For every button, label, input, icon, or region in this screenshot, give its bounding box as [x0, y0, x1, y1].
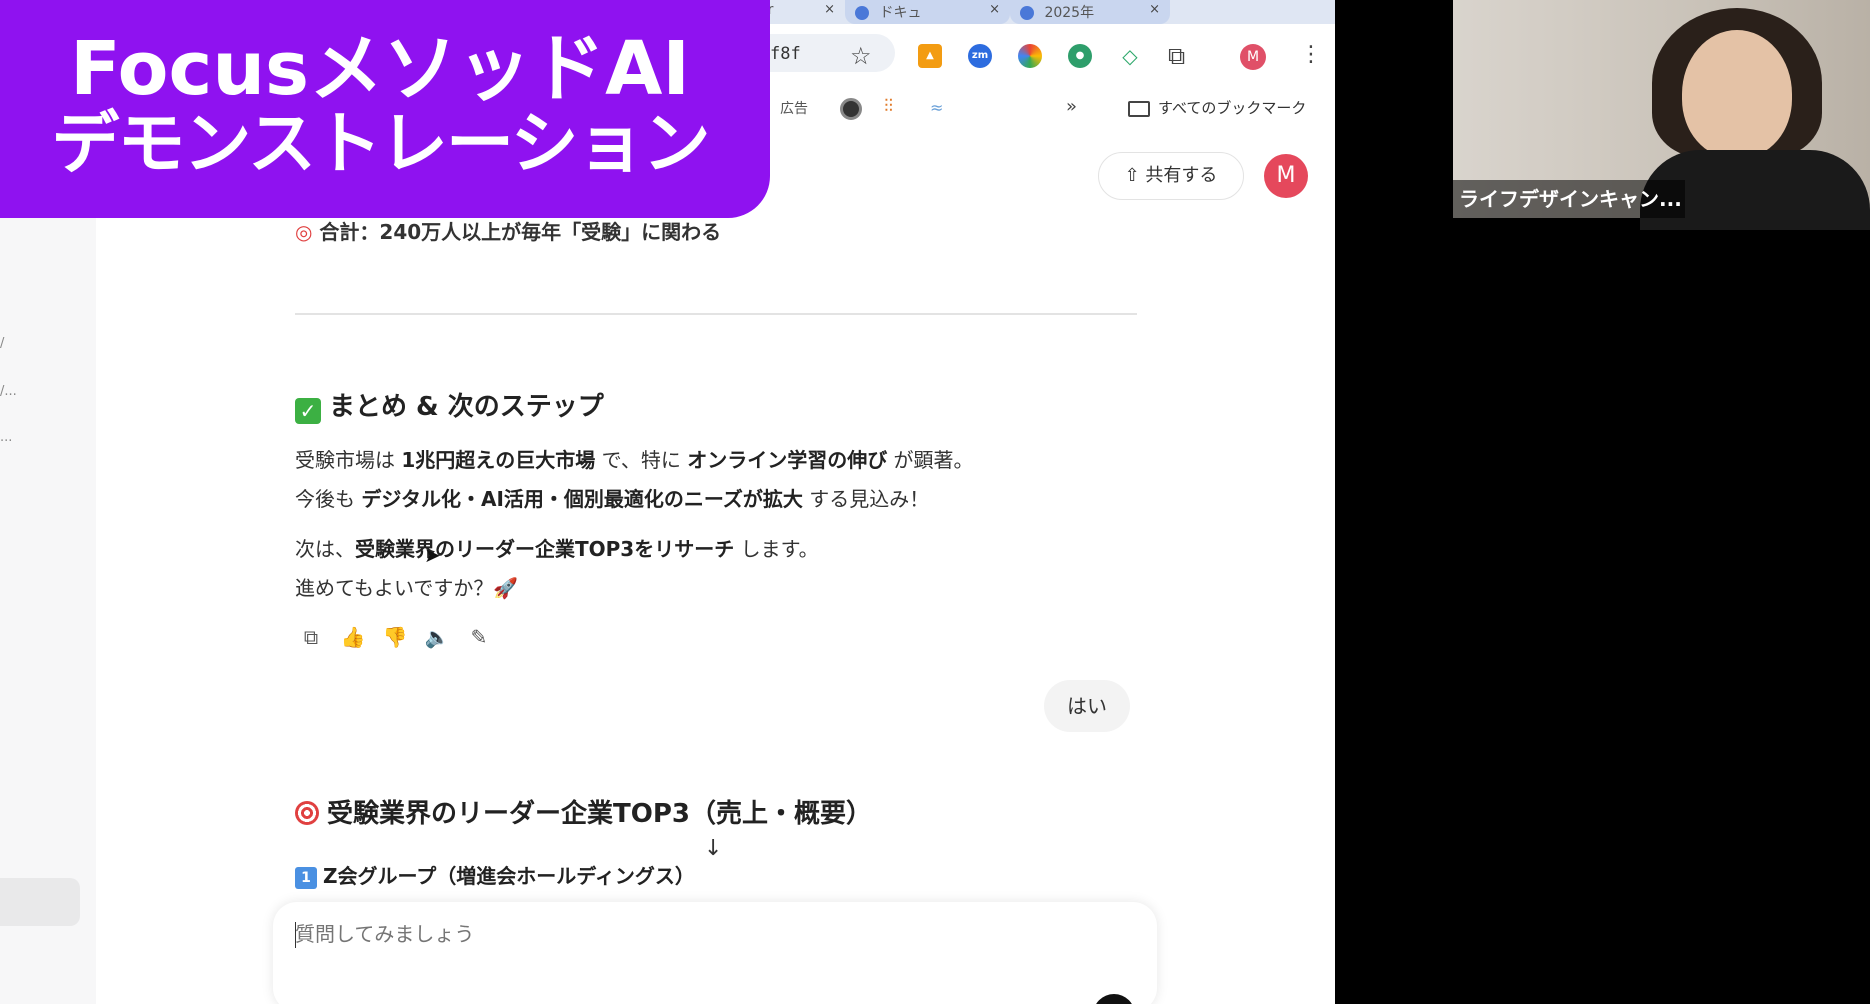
copy-icon[interactable]: ⧉: [298, 624, 324, 650]
total-text: 合計：240万人以上が毎年「受験」に関わる: [319, 220, 722, 244]
diamond-extension-icon[interactable]: ◇: [1118, 44, 1142, 68]
text-span: で、特に: [595, 448, 688, 472]
number-one-icon: 1: [295, 867, 317, 889]
text-span: が顕著。: [887, 448, 974, 472]
chat-input-box: [273, 902, 1157, 1004]
title-line-2: デモンストレーション: [51, 105, 710, 184]
text-span: 次は、: [295, 537, 355, 561]
scroll-down-icon[interactable]: ↓: [704, 836, 722, 861]
sidebar-fragment[interactable]: /...: [0, 384, 17, 399]
summary-heading: ✓ まとめ & 次のステップ: [295, 386, 604, 424]
participant-face: [1682, 30, 1792, 158]
summary-line-1: 受験市場は 1兆円超えの巨大市場 で、特に オンライン学習の伸び が顕著。: [295, 444, 974, 473]
tab-label: 2025年: [1044, 5, 1095, 21]
bold-span: 受験業界のリーダー企業TOP3をリサーチ: [355, 537, 735, 561]
bookmark-ad[interactable]: 広告: [780, 98, 808, 118]
tab-favicon-icon: [1020, 6, 1034, 20]
close-icon[interactable]: ×: [1149, 2, 1160, 17]
title-banner: FocusメソッドAI デモンストレーション: [0, 0, 770, 218]
bookmark-circle-icon[interactable]: [840, 98, 862, 120]
next-step-line: 次は、受験業界のリーダー企業TOP3をリサーチ します。: [295, 533, 819, 562]
text-span: 受験市場は: [295, 448, 402, 472]
address-text[interactable]: f8f: [770, 44, 801, 64]
sidebar-fragment[interactable]: /: [0, 336, 4, 351]
participant-name-tag: ライフデザインキャン...: [1453, 180, 1685, 218]
total-line: ◎ 合計：240万人以上が毎年「受験」に関わる: [295, 216, 721, 245]
share-label: 共有する: [1145, 165, 1218, 186]
target-icon: ◎: [295, 220, 313, 244]
folder-icon: [1128, 100, 1150, 117]
chat-sidebar: [0, 112, 96, 1004]
chat-input[interactable]: [295, 922, 1055, 946]
checkmark-icon: ✓: [295, 398, 321, 424]
text-span: する見込み！: [802, 487, 930, 511]
bold-span: デジタル化・AI活用・個別最適化のニーズが拡大: [361, 487, 803, 511]
browser-profile-avatar[interactable]: M: [1240, 44, 1266, 70]
green-extension-icon[interactable]: ●: [1068, 44, 1092, 68]
send-button[interactable]: [1093, 994, 1135, 1004]
all-bookmarks-button[interactable]: すべてのブックマーク: [1128, 97, 1306, 118]
company-item-1: 1 Z会グループ（増進会ホールディングス）: [295, 860, 695, 889]
mouse-cursor-icon: ➤: [424, 543, 441, 567]
zoom-extension-icon[interactable]: zm: [968, 44, 992, 68]
tab-favicon-icon: [855, 6, 869, 20]
share-button[interactable]: ⇧ 共有する: [1098, 152, 1244, 200]
bold-span: オンライン学習の伸び: [687, 448, 888, 472]
question-line: 進めてもよいですか？🚀: [295, 576, 519, 600]
text-span: します。: [734, 537, 819, 561]
text-span: 今後も: [295, 487, 362, 511]
top3-heading: 受験業界のリーダー企業TOP3（売上・概要）: [295, 793, 872, 830]
summary-line-2: 今後も デジタル化・AI活用・個別最適化のニーズが拡大 する見込み！: [295, 483, 929, 512]
all-bookmarks-label: すべてのブックマーク: [1158, 99, 1307, 117]
thumbs-down-icon[interactable]: 👎: [382, 624, 408, 650]
more-menu-icon[interactable]: ⋮: [1300, 42, 1322, 67]
sidebar-fragment[interactable]: ...: [0, 430, 12, 445]
extensions-puzzle-icon[interactable]: ⧉: [1168, 42, 1185, 70]
user-message: はい: [1044, 680, 1130, 732]
color-wheel-extension-icon[interactable]: [1018, 44, 1042, 68]
sidebar-selected-item[interactable]: [0, 878, 80, 926]
close-icon[interactable]: ×: [989, 2, 1000, 17]
browser-tab[interactable]: ドキュ ×: [845, 0, 1010, 24]
edit-icon[interactable]: ✎: [466, 624, 492, 650]
bookmark-star-icon[interactable]: ☆: [850, 42, 872, 70]
speaker-icon[interactable]: 🔈: [424, 624, 450, 650]
upload-icon: ⇧: [1124, 165, 1140, 186]
bold-span: 1兆円超えの巨大市場: [401, 448, 596, 472]
summary-heading-text: まとめ & 次のステップ: [329, 392, 604, 422]
bookmark-candle-icon[interactable]: ⫶⫶: [884, 96, 893, 117]
company-item-text: Z会グループ（増進会ホールディングス）: [323, 864, 695, 888]
close-icon[interactable]: ×: [824, 2, 835, 17]
tab-label: ドキュ: [879, 5, 922, 21]
bookmark-wave-icon[interactable]: ≈: [930, 98, 943, 117]
browser-tab[interactable]: 2025年 ×: [1010, 0, 1170, 24]
user-avatar[interactable]: M: [1264, 154, 1308, 198]
divider: [295, 313, 1137, 315]
top3-heading-text: 受験業界のリーダー企業TOP3（売上・概要）: [327, 799, 872, 829]
target-icon: [295, 801, 319, 825]
bookmarks-overflow-button[interactable]: »: [1066, 96, 1077, 117]
thumbs-up-icon[interactable]: 👍: [340, 624, 366, 650]
chart-extension-icon[interactable]: ▲: [918, 44, 942, 68]
